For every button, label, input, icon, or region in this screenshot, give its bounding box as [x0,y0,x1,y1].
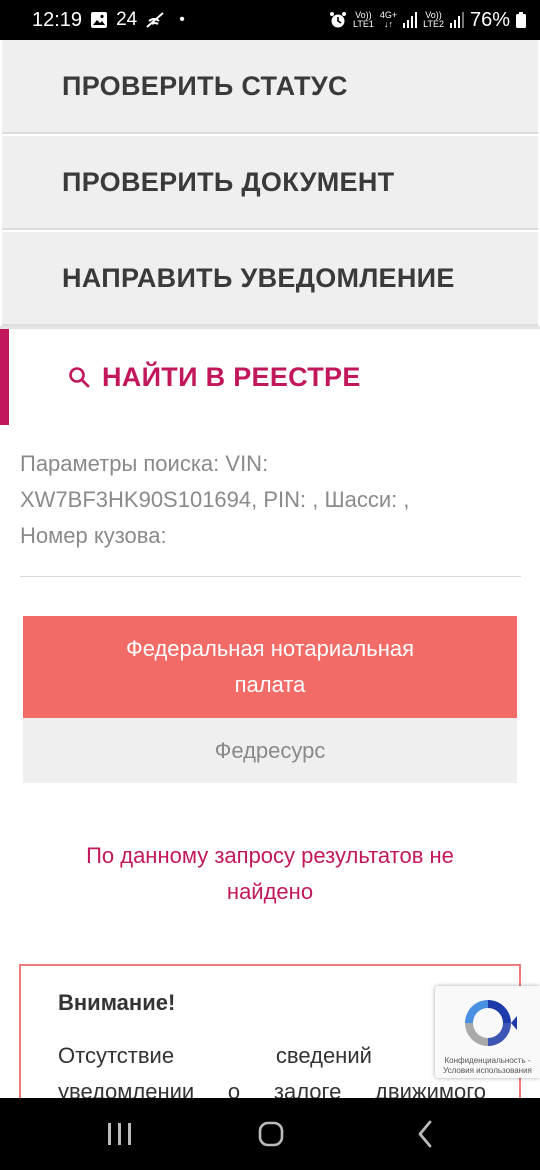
notification-count: 24 [116,9,138,30]
sim2-label: Vo)) LTE2 [423,10,444,29]
recaptcha-privacy-link: Конфиденциальность - [444,1056,531,1065]
sim1-label: Vo)) LTE1 [353,10,374,29]
params-line: Параметры поиска: VIN: [20,451,269,476]
tab-label: Федеральная нотариальная палата [125,636,415,697]
divider [20,576,521,577]
gallery-icon [90,11,108,29]
menu-item-label: ПРОВЕРИТЬ ДОКУМЕНТ [62,166,395,197]
home-icon [258,1121,284,1147]
menu-item-label: НАЙТИ В РЕЕСТРЕ [102,361,361,392]
recaptcha-icon [459,994,517,1057]
menu-item-label: ПРОВЕРИТЬ СТАТУС [62,70,348,101]
battery-icon [516,12,526,28]
status-dot: • [179,11,185,28]
menu-item-send-notification[interactable]: НАПРАВИТЬ УВЕДОМЛЕНИЕ [2,232,538,326]
recaptcha-terms-link: Условия использования [443,1066,532,1075]
tab-federal-notary-chamber[interactable]: Федеральная нотариальная палата [23,616,517,718]
system-navigation-bar [0,1098,540,1170]
tab-fedresurs[interactable]: Федресурс [23,718,517,783]
menu-item-check-status[interactable]: ПРОВЕРИТЬ СТАТУС [2,40,538,134]
params-line: Номер кузова: [20,523,167,548]
search-parameters: Параметры поиска: VIN: XW7BF3HK90S101694… [20,446,520,554]
network-type: 4G+ ↓↑ [379,10,398,29]
back-icon [418,1120,432,1148]
recent-apps-button[interactable] [90,1098,150,1170]
back-button[interactable] [395,1098,455,1170]
signal-icon [403,12,418,28]
status-time: 12:19 [32,8,83,31]
recent-apps-icon [108,1123,131,1145]
warning-title: Внимание! [58,990,176,1015]
recaptcha-caption: Конфиденциальность - Условия использован… [437,1056,538,1076]
battery-percent: 76% [469,8,510,31]
menu-item-check-document[interactable]: ПРОВЕРИТЬ ДОКУМЕНТ [2,136,538,230]
alarm-icon [329,11,347,29]
tab-label: Федресурс [214,737,326,763]
signal-icon [449,12,464,28]
active-indicator [0,329,9,425]
params-line: XW7BF3HK90S101694, PIN: , Шасси: , [20,487,410,512]
warning-line: Отсутствие сведений о [58,1043,486,1068]
search-icon [68,366,90,388]
no-results-message: По данному запросу результатов не найден… [86,843,454,904]
recaptcha-badge[interactable]: Конфиденциальность - Условия использован… [435,986,540,1078]
status-bar: 12:19 24 • Vo)) LTE1 4G+ ↓↑ Vo)) LTE2 76% [0,0,540,40]
wifi-calling-icon [145,11,165,29]
home-button[interactable] [241,1098,301,1170]
menu-item-search-registry[interactable]: НАЙТИ В РЕЕСТРЕ [0,326,540,425]
menu-item-label: НАПРАВИТЬ УВЕДОМЛЕНИЕ [62,262,455,293]
